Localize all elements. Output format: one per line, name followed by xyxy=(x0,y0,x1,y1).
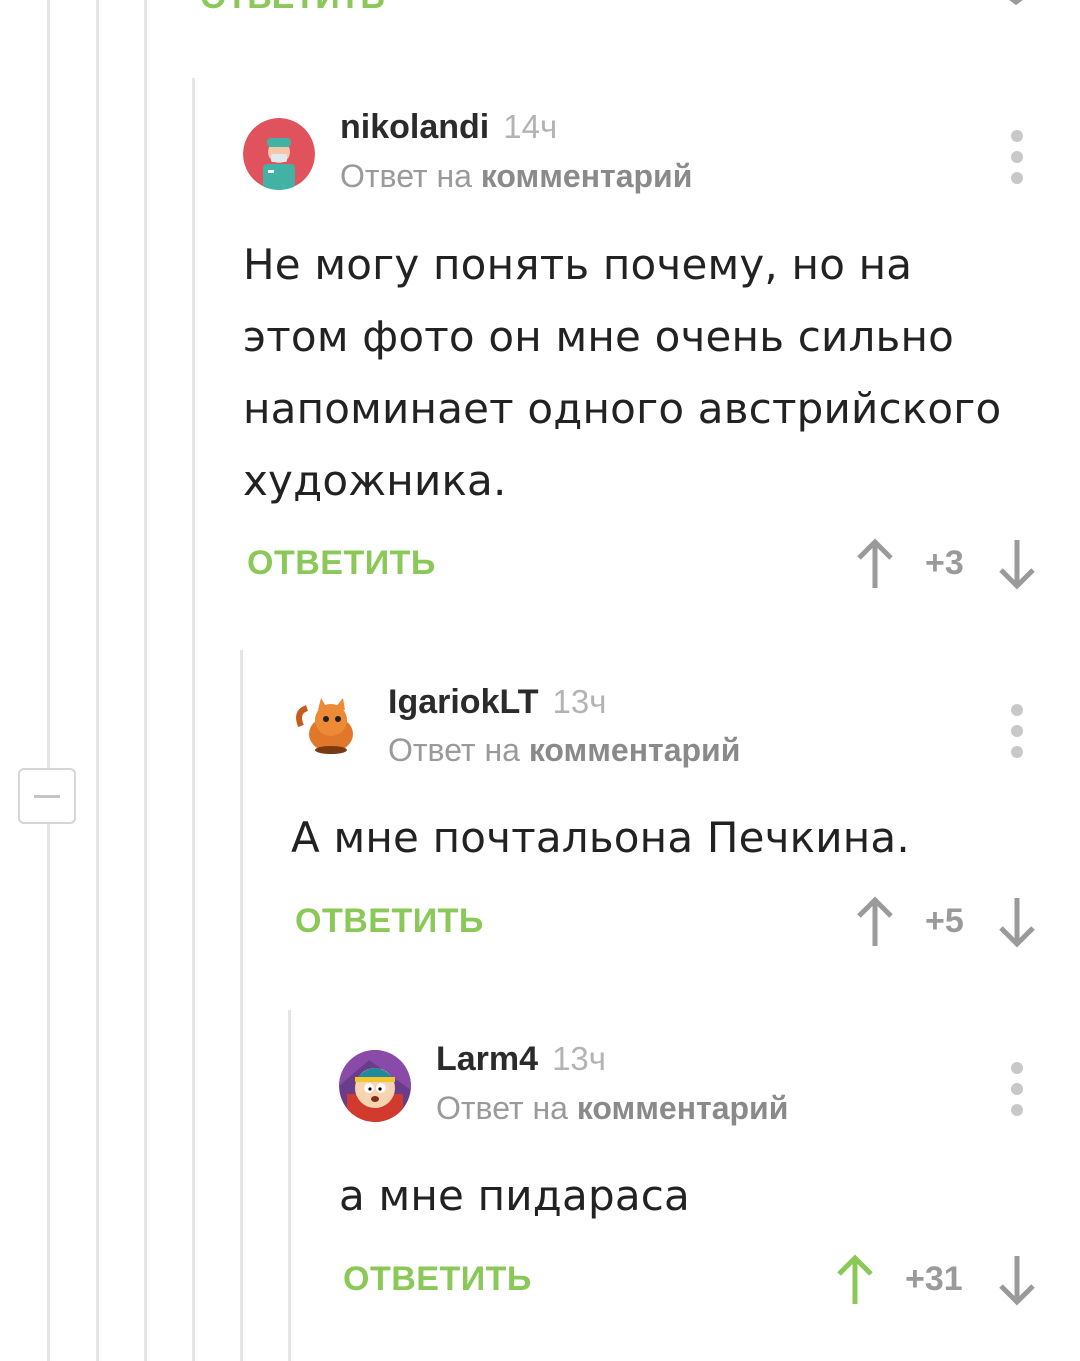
comment-body-line: художника. xyxy=(243,456,507,505)
author-username[interactable]: nikolandi xyxy=(340,108,489,146)
author-name[interactable]: nikolandi 14ч xyxy=(340,108,557,147)
thread-line-2 xyxy=(96,0,99,1361)
arrow-down-icon[interactable] xyxy=(997,1254,1037,1306)
reply-to-prefix: Ответ на xyxy=(436,1090,568,1126)
arrow-up-icon[interactable] xyxy=(855,538,895,590)
reply-button[interactable]: ОТВЕТИТЬ xyxy=(343,1260,532,1299)
arrow-up-icon[interactable] xyxy=(848,0,862,10)
author-username[interactable]: Larm4 xyxy=(436,1040,538,1078)
thread-line-3 xyxy=(144,0,147,1361)
reply-to-link[interactable]: комментарий xyxy=(481,158,693,194)
thread-line-6 xyxy=(288,1010,291,1361)
more-options-icon[interactable] xyxy=(1011,1062,1023,1125)
collapse-thread-button[interactable] xyxy=(18,768,76,824)
comment-time: 13ч xyxy=(552,683,607,720)
comment-body-line: напоминает одного австрийского xyxy=(243,384,1002,433)
author-name[interactable]: IgariokLT 13ч xyxy=(388,683,606,722)
reply-to-line: Ответ на комментарий xyxy=(436,1090,788,1127)
comment-body: Не могу понять почему, но на этом фото о… xyxy=(243,229,1043,517)
rating-score: +3 xyxy=(925,544,964,582)
cartman-avatar-icon xyxy=(339,1050,411,1122)
comment-time: 14ч xyxy=(503,108,558,145)
thread-line-5 xyxy=(240,650,243,1361)
more-options-icon[interactable] xyxy=(1011,130,1023,193)
reply-button-partial[interactable]: ОТВЕТИТЬ xyxy=(200,0,385,17)
reply-to-link[interactable]: комментарий xyxy=(577,1090,789,1126)
comment-body: а мне пидараса xyxy=(339,1160,1039,1232)
reply-to-link[interactable]: комментарий xyxy=(529,732,741,768)
arrow-down-icon[interactable] xyxy=(997,896,1037,948)
more-options-icon[interactable] xyxy=(1011,704,1023,767)
reply-button[interactable]: ОТВЕТИТЬ xyxy=(247,544,436,583)
reply-button[interactable]: ОТВЕТИТЬ xyxy=(295,902,484,941)
comment-body-line: А мне почтальона Печкина. xyxy=(291,813,910,862)
reply-to-line: Ответ на комментарий xyxy=(388,732,740,769)
reply-to-line: Ответ на комментарий xyxy=(340,158,692,195)
reply-to-prefix: Ответ на xyxy=(340,158,472,194)
avatar[interactable] xyxy=(339,1050,411,1122)
avatar[interactable] xyxy=(291,690,363,762)
thread-line-1 xyxy=(47,0,50,1361)
arrow-up-icon[interactable] xyxy=(855,896,895,948)
author-username[interactable]: IgariokLT xyxy=(388,683,539,721)
comment-time: 13ч xyxy=(552,1040,606,1077)
cat-avatar-icon xyxy=(296,698,353,754)
comment-body-line: этом фото он мне очень сильно xyxy=(243,312,955,361)
rating-score: +5 xyxy=(925,902,964,940)
arrow-down-icon[interactable] xyxy=(997,538,1037,590)
author-name[interactable]: Larm4 13ч xyxy=(436,1040,606,1079)
comment-body-line: Не могу понять почему, но на xyxy=(243,240,913,289)
comment-body: А мне почтальона Печкина. xyxy=(291,802,1051,874)
thread-line-4 xyxy=(192,78,195,1361)
arrow-down-icon[interactable] xyxy=(996,0,1036,16)
reply-to-prefix: Ответ на xyxy=(388,732,520,768)
surgeon-avatar-icon xyxy=(243,118,315,190)
avatar[interactable] xyxy=(243,118,315,190)
arrow-up-icon[interactable] xyxy=(835,1254,875,1306)
minus-icon xyxy=(34,795,60,798)
rating-score: +31 xyxy=(905,1260,963,1298)
comment-body-line: а мне пидараса xyxy=(339,1171,690,1220)
